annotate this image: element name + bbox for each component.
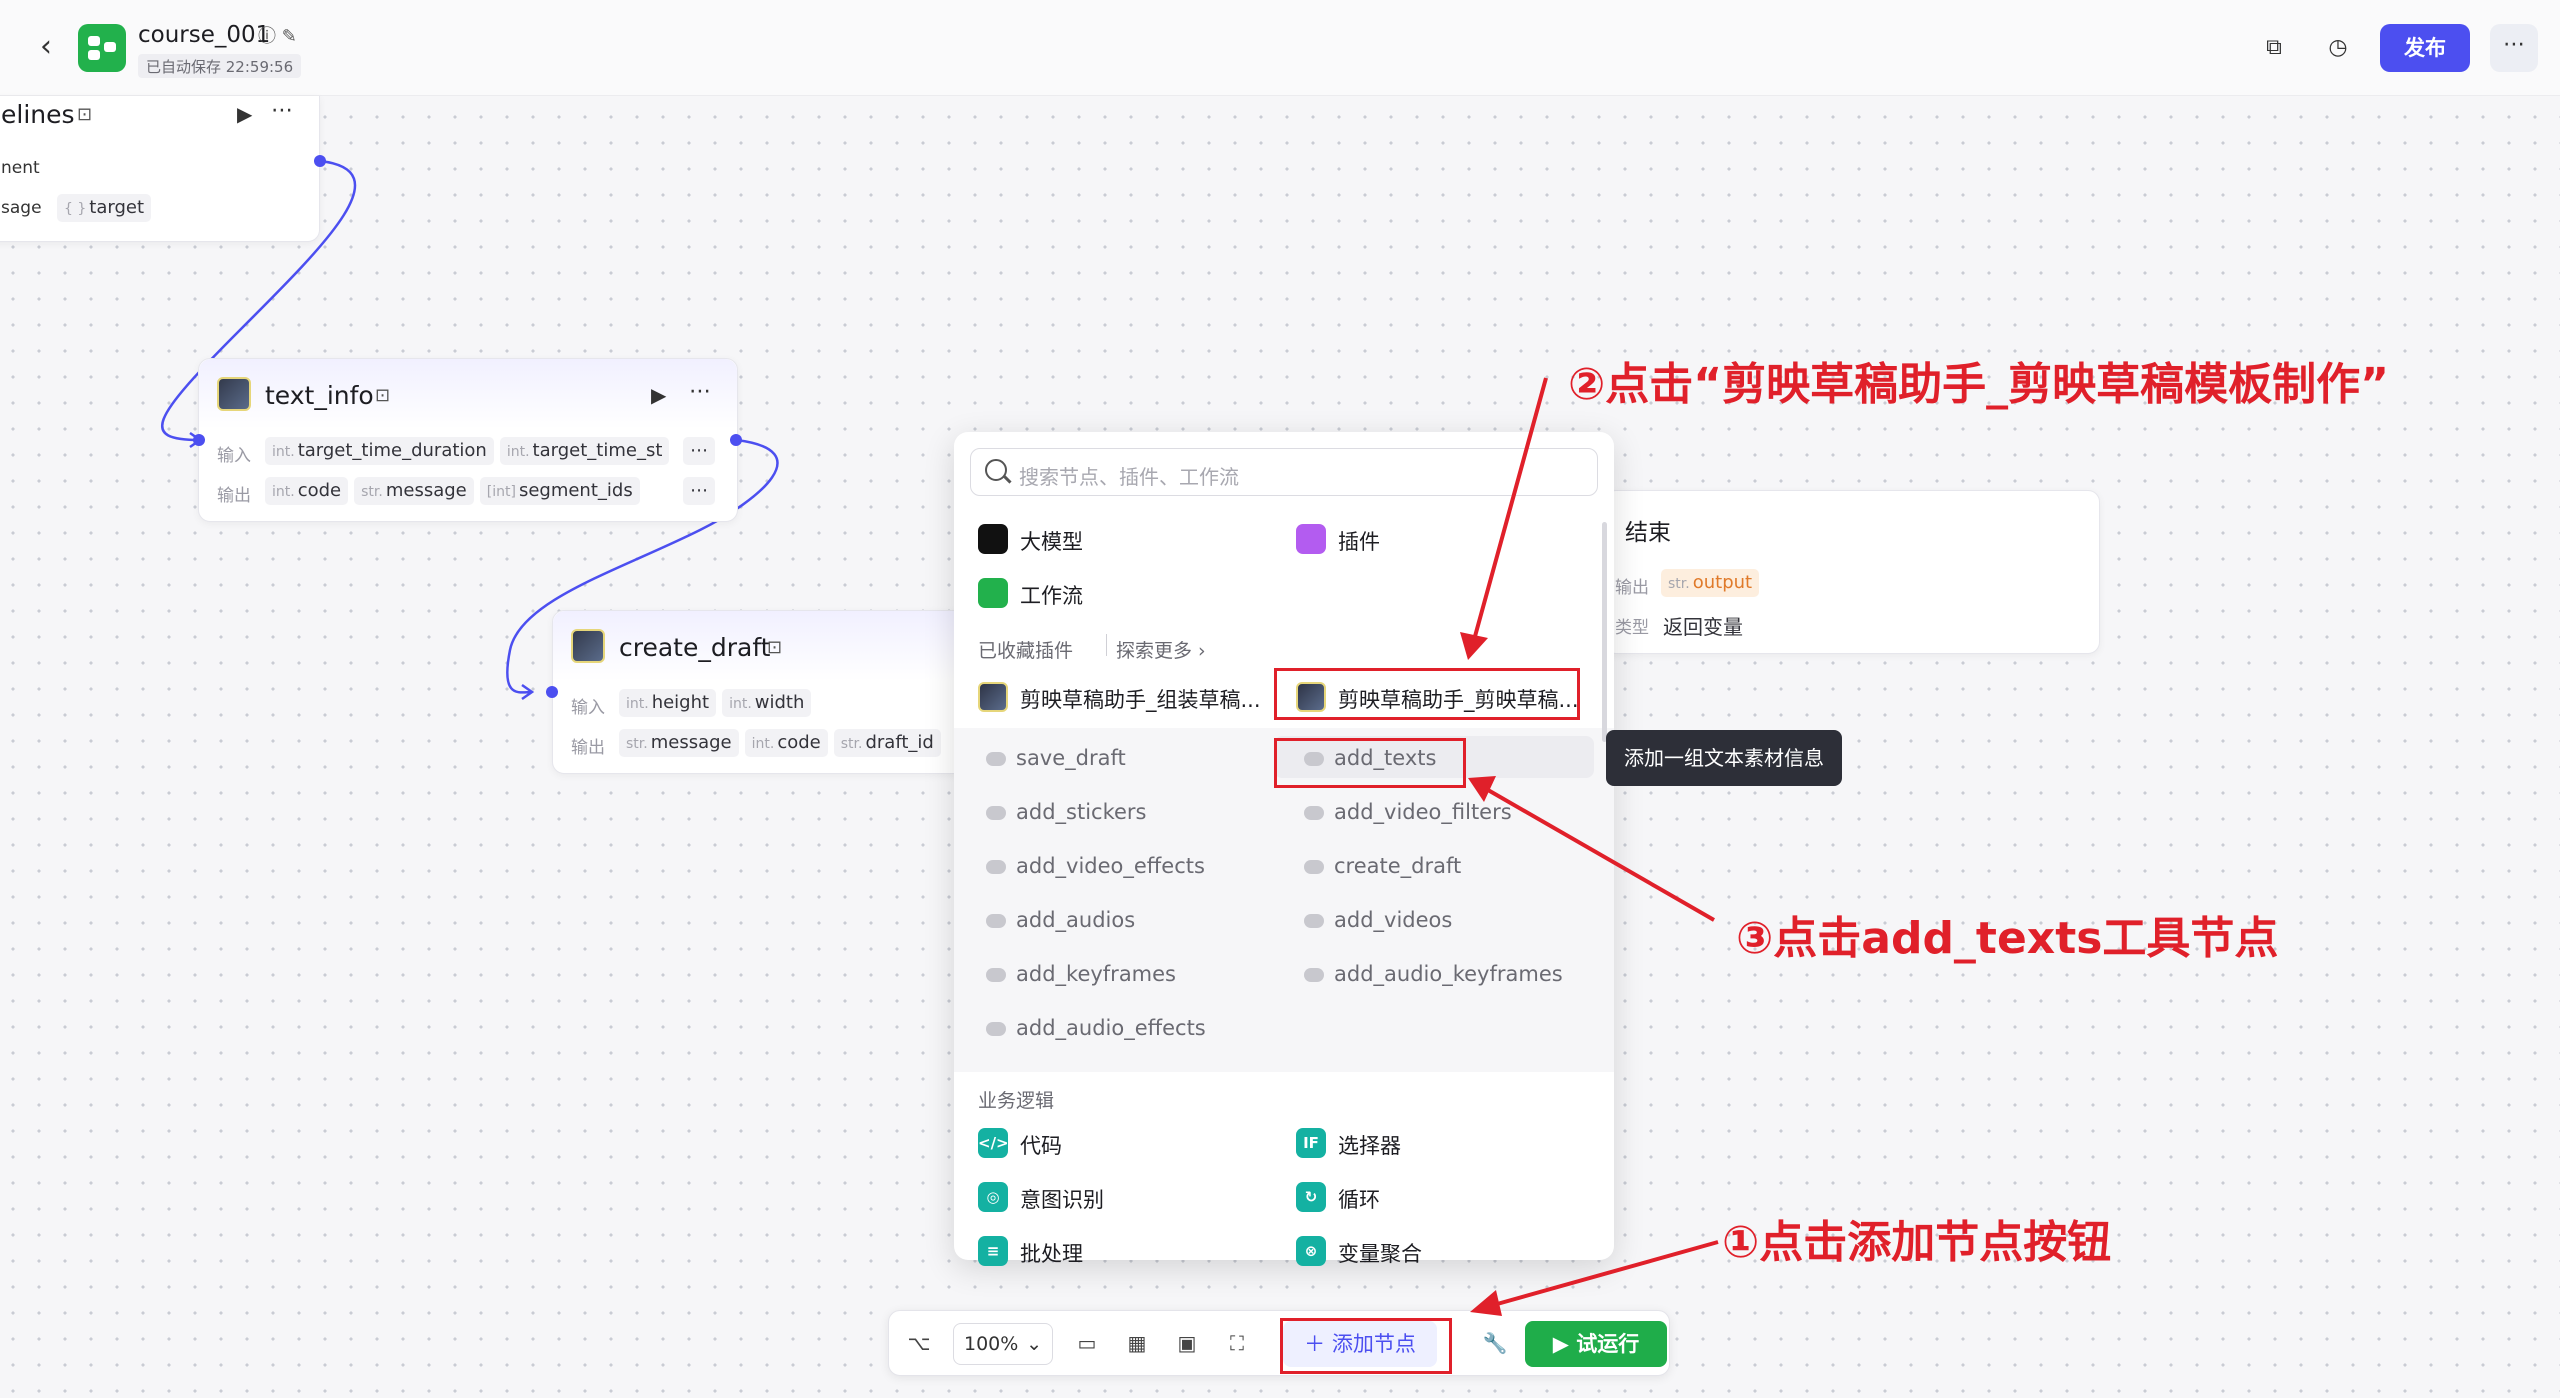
annotation-arrows — [1460, 377, 1719, 1316]
annotation-step1: ①点击添加节点按钮 — [1722, 1217, 2112, 1268]
annotation-step3: ③点击add_texts工具节点 — [1736, 913, 2279, 964]
annotation-step2: ②点击“剪映草稿助手_剪映草稿模板制作” — [1568, 359, 2390, 410]
